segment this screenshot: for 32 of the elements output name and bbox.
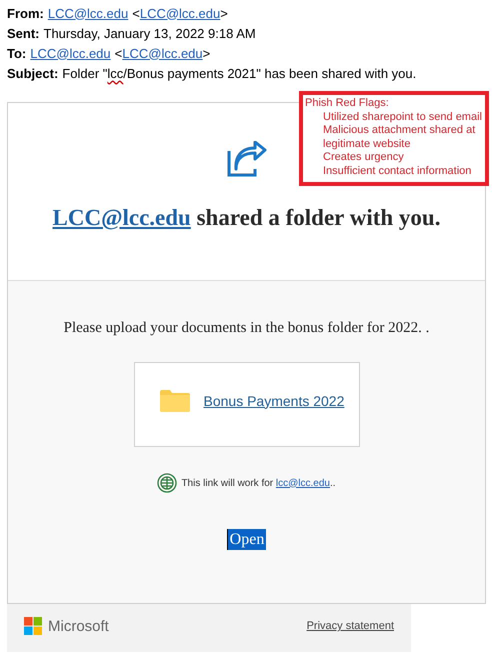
subject-text: Folder "lcc/Bonus payments 2021" has been shared with you.	[62, 66, 416, 80]
open-button[interactable]: Open	[226, 529, 266, 550]
message-text: Please upload your documents in the bonus folder for 2022. .	[64, 320, 430, 337]
bracket-text: <	[114, 46, 122, 60]
flag-item: Utilized sharepoint to send email	[322, 110, 483, 124]
flag-item: Malicious attachment shared at legitimate website	[322, 124, 476, 152]
brand-name: Microsoft	[48, 618, 109, 634]
field-label: Subject:	[7, 66, 58, 80]
field-label: Sent:	[7, 26, 40, 40]
flags-title: Phish Red Flags:	[305, 97, 390, 111]
email-link[interactable]: LCC@lcc.edu	[140, 6, 220, 20]
folder-link[interactable]: Bonus Payments 2022	[204, 392, 344, 408]
bracket-text: >	[220, 6, 228, 20]
field-label: From:	[7, 6, 44, 20]
email-link[interactable]: lcc@lcc.edu	[276, 478, 330, 488]
logo-icon	[24, 617, 42, 635]
link-note: This link will work for lcc@lcc.edu..	[181, 478, 336, 488]
flag-item: Insufficient contact information	[322, 164, 472, 179]
globe-icon	[157, 473, 178, 493]
sent-date: Thursday, January 13, 2022 9:18 AM	[44, 26, 256, 40]
field-label: To:	[7, 46, 26, 60]
email-link[interactable]: LCC@lcc.edu	[122, 46, 203, 60]
folder-icon	[160, 390, 190, 412]
bracket-text: <	[132, 6, 140, 20]
share-heading: LCC@lcc.edu shared a folder with you.	[52, 205, 440, 231]
bracket-text: >	[202, 46, 210, 60]
sender-link[interactable]: LCC@lcc.edu	[52, 205, 191, 230]
privacy-link[interactable]: Privacy statement	[306, 620, 394, 632]
email-link[interactable]: LCC@lcc.edu	[48, 6, 128, 20]
email-link[interactable]: LCC@lcc.edu	[30, 46, 111, 60]
share-icon	[226, 141, 266, 177]
flag-item: Creates urgency	[322, 151, 405, 165]
